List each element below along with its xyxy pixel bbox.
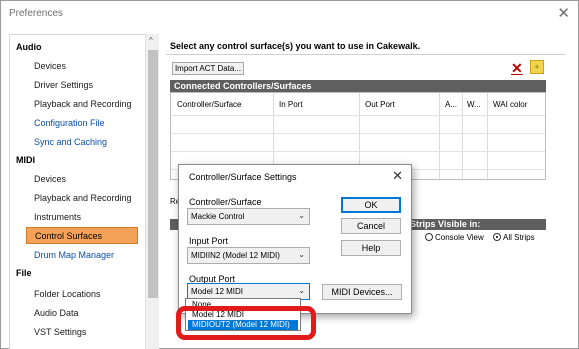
output-port-value: Model 12 MIDI (191, 287, 244, 296)
scroll-up-icon[interactable]: ^ (149, 36, 153, 45)
column-header[interactable]: In Port (279, 100, 303, 109)
strips-visible-title: Strips Visible in: (410, 219, 481, 229)
table-row-line (171, 151, 545, 152)
group-midi[interactable]: MIDI (16, 155, 35, 165)
connected-surfaces-header: Connected Controllers/Surfaces (170, 80, 546, 92)
sidebar-item-control-surfaces[interactable]: Control Surfaces (26, 227, 138, 244)
column-header[interactable]: W... (467, 100, 481, 109)
delete-surface-icon[interactable]: ✕ (511, 60, 523, 77)
column-divider (462, 93, 463, 181)
close-icon[interactable]: ✕ (557, 4, 570, 22)
heading-divider (166, 54, 566, 55)
controller-surface-select[interactable]: Mackie Control ⌄ (187, 208, 310, 225)
column-header[interactable]: A... (445, 100, 457, 109)
chevron-down-icon[interactable]: ⌄ (298, 211, 305, 220)
import-act-data-button[interactable]: Import ACT Data... (172, 62, 244, 75)
sidebar-scrollbar[interactable]: ^ (145, 34, 159, 349)
radio-circle-icon[interactable] (425, 233, 433, 241)
column-divider (439, 93, 440, 181)
sidebar-item-audio-data[interactable]: Audio Data (34, 308, 79, 318)
dialog-title: Controller/Surface Settings (189, 172, 297, 182)
radio-all-label: All Strips (503, 233, 535, 242)
sidebar-item-sync-caching[interactable]: Sync and Caching (34, 137, 107, 147)
sidebar-item-audio-devices[interactable]: Devices (34, 61, 66, 71)
controller-surface-value: Mackie Control (191, 212, 245, 221)
add-surface-icon[interactable]: + (530, 60, 544, 74)
preferences-sidebar: Audio Devices Driver Settings Playback a… (9, 34, 159, 349)
page-heading: Select any control surface(s) you want t… (170, 41, 421, 51)
scrollbar-thumb[interactable] (148, 50, 158, 298)
sidebar-item-configuration-file[interactable]: Configuration File (34, 118, 105, 128)
sidebar-item-driver-settings[interactable]: Driver Settings (34, 80, 93, 90)
sidebar-item-midi-devices[interactable]: Devices (34, 174, 66, 184)
group-file[interactable]: File (16, 268, 32, 278)
input-port-select[interactable]: MIDIIN2 (Model 12 MIDI) ⌄ (187, 247, 310, 264)
sidebar-item-vst-settings[interactable]: VST Settings (34, 327, 86, 337)
annotation-highlight (176, 306, 316, 340)
sidebar-item-audio-playback-recording[interactable]: Playback and Recording (34, 99, 132, 109)
chevron-down-icon[interactable]: ⌄ (298, 250, 305, 259)
radio-all-strips[interactable]: All Strips (493, 233, 535, 242)
midi-devices-button[interactable]: MIDI Devices... (322, 284, 402, 300)
ok-button[interactable]: OK (341, 197, 401, 213)
help-button[interactable]: Help (341, 240, 401, 256)
sidebar-item-drum-map-manager[interactable]: Drum Map Manager (34, 250, 114, 260)
title-bar: Preferences ✕ (1, 1, 578, 27)
sidebar-item-instruments[interactable]: Instruments (34, 212, 81, 222)
column-header[interactable]: Out Port (365, 100, 395, 109)
table-row-line (171, 115, 545, 116)
radio-console-label: Console View (435, 233, 484, 242)
dialog-close-icon[interactable]: ✕ (392, 168, 403, 184)
group-audio[interactable]: Audio (16, 42, 42, 52)
column-header[interactable]: WAI color (493, 100, 527, 109)
sidebar-item-midi-playback-recording[interactable]: Playback and Recording (34, 193, 132, 203)
controller-surface-label: Controller/Surface (189, 197, 262, 207)
sidebar-item-folder-locations[interactable]: Folder Locations (34, 289, 101, 299)
input-port-value: MIDIIN2 (Model 12 MIDI) (191, 251, 280, 260)
chevron-down-icon[interactable]: ⌄ (298, 286, 305, 295)
radio-console-view[interactable]: Console View (425, 233, 484, 242)
column-header[interactable]: Controller/Surface (177, 100, 241, 109)
window-title: Preferences (9, 8, 63, 19)
column-divider (487, 93, 488, 181)
input-port-label: Input Port (189, 236, 229, 246)
table-row-line (171, 133, 545, 134)
radio-selected-icon[interactable] (493, 233, 501, 241)
controller-surface-settings-dialog: Controller/Surface Settings ✕ Controller… (178, 164, 412, 314)
cancel-button[interactable]: Cancel (341, 218, 401, 234)
